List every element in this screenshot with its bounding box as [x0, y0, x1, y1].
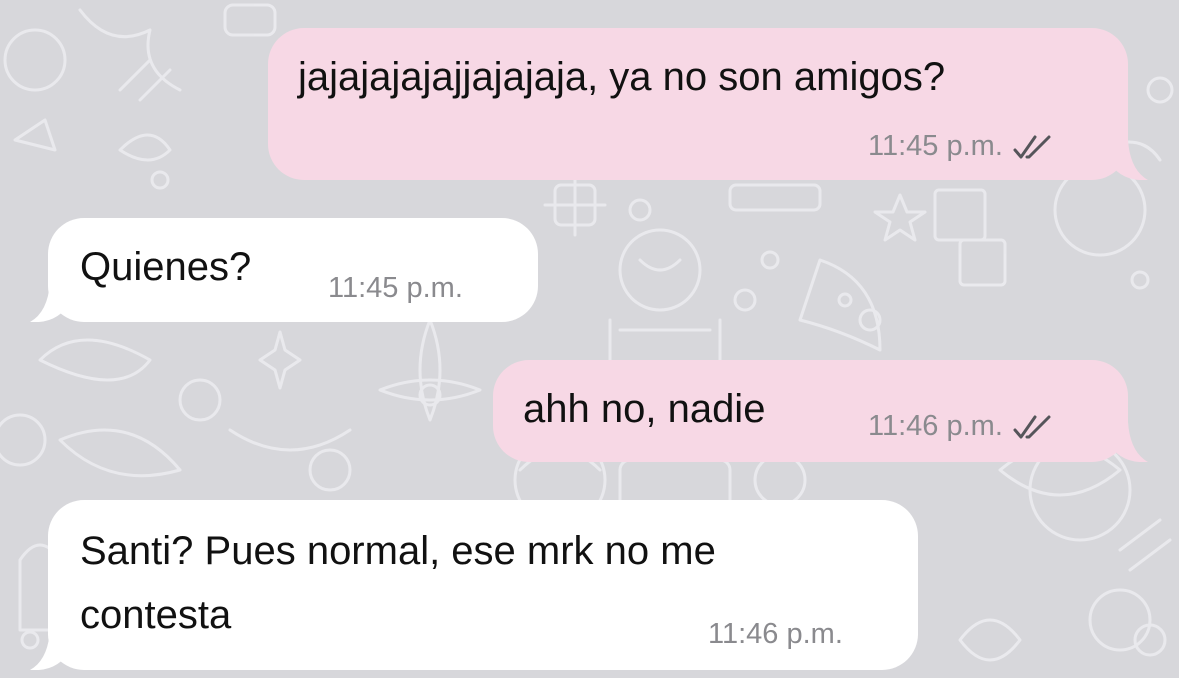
message-meta: 11:45 p.m. [868, 130, 1053, 163]
message-meta: 11:46 p.m. [868, 410, 1053, 443]
message-text: ahh no, nadie [523, 387, 766, 431]
message-timestamp: 11:45 p.m. [328, 272, 463, 304]
message-text-line-2: contesta [80, 593, 232, 637]
message-text: Quienes? [80, 245, 252, 289]
double-check-read-icon [1013, 415, 1051, 438]
message-timestamp: 11:45 p.m. [868, 130, 1003, 162]
message-text: jajajajajajjajajaja, ya no son amigos? [298, 55, 946, 99]
message-timestamp: 11:46 p.m. [868, 410, 1003, 442]
double-check-read-icon [1013, 135, 1051, 158]
message-timestamp: 11:46 p.m. [708, 618, 843, 650]
message-text-line-1: Santi? Pues normal, ese mrk no me [80, 529, 716, 573]
